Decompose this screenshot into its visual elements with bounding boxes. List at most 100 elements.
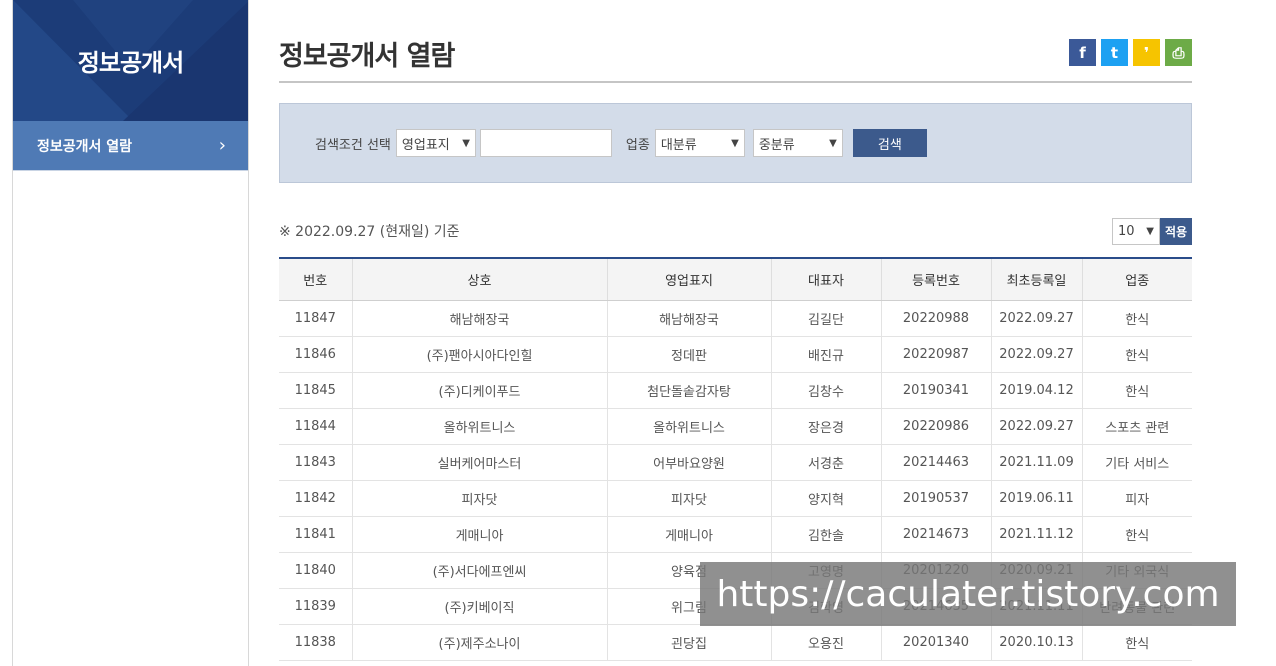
table-cell: 김한솔 [771, 516, 882, 553]
sidebar-header: 정보공개서 [13, 0, 248, 121]
table-cell[interactable]: 피자닷 [352, 480, 608, 517]
watermark-text: https://caculater.tistory.com [700, 562, 1236, 626]
apply-button[interactable]: 적용 [1160, 218, 1192, 245]
table-cell[interactable]: 괸당집 [607, 624, 772, 661]
industry-minor-value: 중분류 [758, 137, 795, 153]
facebook-icon[interactable]: f [1069, 39, 1096, 66]
search-condition-value: 영업표지 [401, 137, 450, 153]
table-cell: 한식 [1082, 516, 1192, 553]
table-cell[interactable]: 실버케어마스터 [352, 444, 608, 481]
table-cell: 2019.04.12 [991, 372, 1083, 409]
table-cell: 11847 [279, 300, 353, 337]
table-cell: 한식 [1082, 624, 1192, 661]
table-cell: 2021.11.09 [991, 444, 1083, 481]
table-row[interactable]: 11847 해남해장국 해남해장국 김길단 20220988 2022.09.27 한식 [279, 300, 1192, 337]
industry-minor-select[interactable]: 중분류 ▼ [752, 129, 843, 157]
industry-major-value: 대분류 [660, 137, 697, 153]
table-cell: 오용진 [771, 624, 882, 661]
table-cell[interactable]: 정데판 [607, 336, 772, 373]
column-header: 등록번호 [881, 257, 992, 301]
table-row[interactable]: 11838 (주)제주소나이 괸당집 오용진 20201340 2020.10.13 한식 [279, 624, 1192, 661]
table-cell: 2022.09.27 [991, 300, 1083, 337]
table-cell: 2022.09.27 [991, 336, 1083, 373]
kakaostory-icon[interactable]: ❜ [1133, 39, 1160, 66]
table-cell: 11845 [279, 372, 353, 409]
table-cell: 2021.11.12 [991, 516, 1083, 553]
table-row[interactable]: 11844 올하위트니스 올하위트니스 장은경 20220986 2022.09.27 스포… [279, 408, 1192, 445]
table-cell[interactable]: (주)팬아시아다인힐 [352, 336, 608, 373]
column-header: 업종 [1082, 257, 1192, 301]
table-cell: 피자 [1082, 480, 1192, 517]
column-header: 대표자 [771, 257, 882, 301]
industry-label: 업종 [625, 137, 650, 153]
table-cell: 20201340 [881, 624, 992, 661]
table-cell[interactable]: 해남해장국 [607, 300, 772, 337]
search-button[interactable]: 검색 [852, 129, 927, 157]
chevron-right-icon: › [218, 135, 226, 156]
sidebar-item-disclosure-view[interactable]: 정보공개서 열람 › [13, 121, 248, 171]
table-cell: 11842 [279, 480, 353, 517]
table-cell[interactable]: (주)제주소나이 [352, 624, 608, 661]
table-cell: 20214463 [881, 444, 992, 481]
sidebar-item-label: 정보공개서 열람 [37, 138, 133, 155]
table-cell[interactable]: 첨단돌솥감자탕 [607, 372, 772, 409]
table-cell: 20220987 [881, 336, 992, 373]
share-buttons: f t ❜ ⎙ [1069, 39, 1192, 66]
chevron-down-icon: ▼ [1146, 226, 1154, 237]
chevron-down-icon: ▼ [829, 137, 837, 149]
table-row[interactable]: 11843 실버케어마스터 어부바요양원 서경춘 20214463 2021.11.09 기… [279, 444, 1192, 481]
table-cell: 11846 [279, 336, 353, 373]
table-cell: 2020.10.13 [991, 624, 1083, 661]
table-cell: 김창수 [771, 372, 882, 409]
table-cell[interactable]: 해남해장국 [352, 300, 608, 337]
table-cell: 서경춘 [771, 444, 882, 481]
chevron-down-icon: ▼ [462, 137, 470, 149]
search-condition-label: 검색조건 선택 [315, 137, 391, 153]
column-header: 번호 [279, 257, 353, 301]
table-cell: 양지혁 [771, 480, 882, 517]
table-cell: 11840 [279, 552, 353, 589]
table-cell: 기타 서비스 [1082, 444, 1192, 481]
table-cell[interactable]: (주)키베이직 [352, 588, 608, 625]
table-row[interactable]: 11842 피자닷 피자닷 양지혁 20190537 2019.06.11 피자 [279, 480, 1192, 517]
search-keyword-input[interactable] [479, 129, 612, 157]
print-icon[interactable]: ⎙ [1165, 39, 1192, 66]
table-cell[interactable]: 게매니아 [607, 516, 772, 553]
table-row[interactable]: 11845 (주)디케이푸드 첨단돌솥감자탕 김창수 20190341 2019.04.1… [279, 372, 1192, 409]
column-header: 영업표지 [607, 257, 772, 301]
table-cell: 11844 [279, 408, 353, 445]
table-cell: 한식 [1082, 300, 1192, 337]
search-condition-select[interactable]: 영업표지 ▼ [395, 129, 476, 157]
per-page-select[interactable]: 10 ▼ [1112, 218, 1160, 245]
table-cell: 2022.09.27 [991, 408, 1083, 445]
table-cell: 한식 [1082, 336, 1192, 373]
table-cell[interactable]: 올하위트니스 [352, 408, 608, 445]
per-page-control: 10 ▼ 적용 [1112, 218, 1192, 245]
table-cell: 20190341 [881, 372, 992, 409]
table-cell[interactable]: 어부바요양원 [607, 444, 772, 481]
table-cell: 11843 [279, 444, 353, 481]
table-cell[interactable]: (주)디케이푸드 [352, 372, 608, 409]
table-cell[interactable]: 게매니아 [352, 516, 608, 553]
industry-major-select[interactable]: 대분류 ▼ [654, 129, 745, 157]
title-divider [279, 81, 1192, 83]
table-cell: 한식 [1082, 372, 1192, 409]
table-cell: 20220988 [881, 300, 992, 337]
base-date-text: ※ 2022.09.27 (현재일) 기준 [279, 224, 460, 240]
sidebar: 정보공개서 정보공개서 열람 › [12, 0, 249, 666]
table-cell: 배진규 [771, 336, 882, 373]
table-cell: 스포츠 관련 [1082, 408, 1192, 445]
twitter-icon[interactable]: t [1101, 39, 1128, 66]
search-panel: 검색조건 선택 영업표지 ▼ 업종 대분류 ▼ 중분류 ▼ 검색 [279, 103, 1192, 183]
chevron-down-icon: ▼ [731, 137, 739, 149]
table-row[interactable]: 11841 게매니아 게매니아 김한솔 20214673 2021.11.12 한식 [279, 516, 1192, 553]
table-cell[interactable]: 피자닷 [607, 480, 772, 517]
table-cell: 11841 [279, 516, 353, 553]
table-cell[interactable]: 올하위트니스 [607, 408, 772, 445]
table-cell[interactable]: (주)서다에프엔씨 [352, 552, 608, 589]
table-cell: 11839 [279, 588, 353, 625]
table-cell: 2019.06.11 [991, 480, 1083, 517]
per-page-value: 10 [1118, 224, 1135, 239]
table-cell: 김길단 [771, 300, 882, 337]
table-row[interactable]: 11846 (주)팬아시아다인힐 정데판 배진규 20220987 2022.09.27 한… [279, 336, 1192, 373]
